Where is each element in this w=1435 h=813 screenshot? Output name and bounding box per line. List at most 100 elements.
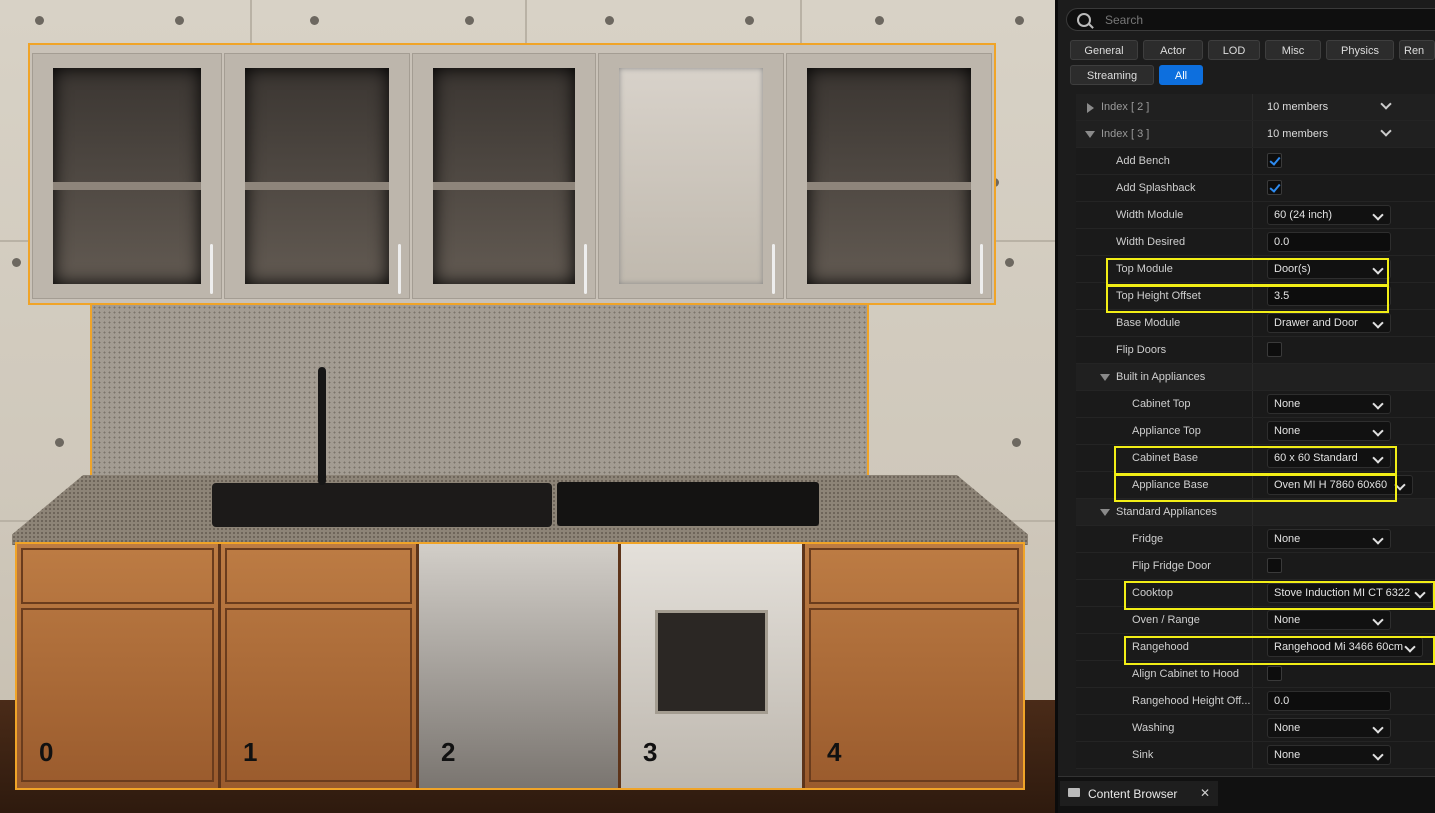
row-label: Oven / Range [1132,614,1200,626]
row-value[interactable]: 10 members [1267,98,1392,113]
cabinet-index-label: 2 [441,737,456,767]
row-fridge: Fridge None [1076,526,1435,553]
chevron-down-icon [1394,479,1406,491]
oven-range-dropdown[interactable]: None [1267,610,1391,630]
row-label: Base Module [1116,317,1181,329]
chevron-down-icon [1372,533,1384,545]
rangehood-dropdown[interactable]: Rangehood Mi 3466 60cm [1267,637,1423,657]
base-oven-3[interactable]: 3 [621,544,805,788]
row-value[interactable]: 10 members [1267,125,1392,140]
row-index-2[interactable]: Index [ 2 ] 10 members [1076,94,1435,121]
tab-general[interactable]: General [1070,40,1138,60]
row-rangehood: Rangehood Rangehood Mi 3466 60cm [1076,634,1435,661]
appliance-top-dropdown[interactable]: None [1267,421,1391,441]
wall-bolt [310,16,319,25]
upper-cabinet-4[interactable] [786,53,992,299]
row-index-3[interactable]: Index [ 3 ] 10 members [1076,121,1435,148]
width-module-dropdown[interactable]: 60 (24 inch) [1267,205,1391,225]
top-module-dropdown[interactable]: Door(s) [1267,259,1391,279]
row-label: Appliance Base [1132,479,1209,491]
tab-rendering[interactable]: Ren [1399,40,1435,60]
wall-bolt [1005,258,1014,267]
add-splashback-checkbox[interactable] [1267,180,1282,195]
content-browser-tab[interactable]: Content Browser ✕ [1060,781,1218,806]
collapse-arrow-icon[interactable] [1100,374,1110,381]
cabinet-top-dropdown[interactable]: None [1267,394,1391,414]
top-height-offset-input[interactable]: 3.5 [1267,286,1391,306]
chevron-down-icon [1372,209,1384,221]
chevron-down-icon [1414,587,1426,599]
group-standard-appliances[interactable]: Standard Appliances [1076,499,1435,526]
flip-fridge-door-checkbox[interactable] [1267,558,1282,573]
expand-arrow-icon[interactable] [1087,103,1094,113]
add-bench-checkbox[interactable] [1267,153,1282,168]
tab-streaming[interactable]: Streaming [1070,65,1154,85]
row-label: Flip Doors [1116,344,1167,356]
width-desired-input[interactable]: 0.0 [1267,232,1391,252]
cabinet-index-label: 4 [827,737,842,767]
row-cabinet-top: Cabinet Top None [1076,391,1435,418]
level-viewport[interactable]: 0 1 2 3 4 [0,0,1055,813]
appliance-base-dropdown[interactable]: Oven MI H 7860 60x60 [1267,475,1413,495]
row-label: Washing [1132,722,1175,734]
tab-physics[interactable]: Physics [1326,40,1394,60]
upper-cabinet-2[interactable] [412,53,596,299]
group-label: Built in Appliances [1116,371,1206,383]
wall-bolt [12,258,21,267]
wall-bolt [875,16,884,25]
wall-bolt [1015,16,1024,25]
chevron-down-icon [1372,398,1384,410]
tab-lod[interactable]: LOD [1208,40,1260,60]
tab-misc[interactable]: Misc [1265,40,1321,60]
row-label: Cabinet Base [1132,452,1199,464]
cabinet-base-dropdown[interactable]: 60 x 60 Standard [1267,448,1391,468]
wall-bolt [1012,438,1021,447]
base-cabinets[interactable]: 0 1 2 3 4 [15,542,1025,790]
collapse-arrow-icon[interactable] [1085,131,1095,138]
row-label: Add Splashback [1116,182,1196,194]
tab-all[interactable]: All [1159,65,1203,85]
fridge-dropdown[interactable]: None [1267,529,1391,549]
sink-dropdown[interactable]: None [1267,745,1391,765]
row-label: Appliance Top [1132,425,1201,437]
group-built-in-appliances[interactable]: Built in Appliances [1076,364,1435,391]
cabinet-index-label: 3 [643,737,658,767]
row-label: Cabinet Top [1132,398,1191,410]
upper-cabinet-1[interactable] [224,53,410,299]
row-flip-fridge-door: Flip Fridge Door [1076,553,1435,580]
wall-bolt [175,16,184,25]
rangehood-height-offset-input[interactable]: 0.0 [1267,691,1391,711]
induction-cooktop[interactable] [557,482,819,526]
chevron-down-icon [1372,263,1384,275]
align-cabinet-to-hood-checkbox[interactable] [1267,666,1282,681]
washing-dropdown[interactable]: None [1267,718,1391,738]
tab-actor[interactable]: Actor [1143,40,1203,60]
upper-cabinet-0[interactable] [32,53,222,299]
sink-basin[interactable] [212,483,552,527]
sink-tap[interactable] [318,367,326,485]
content-browser-label: Content Browser [1088,787,1178,801]
base-dishwasher-2[interactable]: 2 [419,544,621,788]
row-sink: Sink None [1076,742,1435,769]
collapse-arrow-icon[interactable] [1100,509,1110,516]
group-label: Standard Appliances [1116,506,1217,518]
row-label: Align Cabinet to Hood [1132,668,1240,680]
base-module-dropdown[interactable]: Drawer and Door [1267,313,1391,333]
splashback[interactable] [90,305,869,485]
upper-cabinet-door[interactable] [598,53,784,299]
base-cabinet-1[interactable]: 1 [221,544,419,788]
wall-bolt [465,16,474,25]
row-top-height-offset: Top Height Offset 3.5 [1076,283,1435,310]
bottom-tab-bar: Content Browser ✕ [1058,776,1435,813]
search-input[interactable]: Search [1066,8,1435,31]
cooktop-dropdown[interactable]: Stove Induction MI CT 6322 [1267,583,1433,603]
close-icon[interactable]: ✕ [1200,786,1210,800]
row-oven-range: Oven / Range None [1076,607,1435,634]
base-cabinet-4[interactable]: 4 [805,544,1023,788]
wall-bolt [605,16,614,25]
row-align-cabinet-to-hood: Align Cabinet to Hood [1076,661,1435,688]
upper-cabinets[interactable] [28,43,996,305]
row-label: Width Module [1116,209,1184,221]
flip-doors-checkbox[interactable] [1267,342,1282,357]
base-cabinet-0[interactable]: 0 [17,544,221,788]
